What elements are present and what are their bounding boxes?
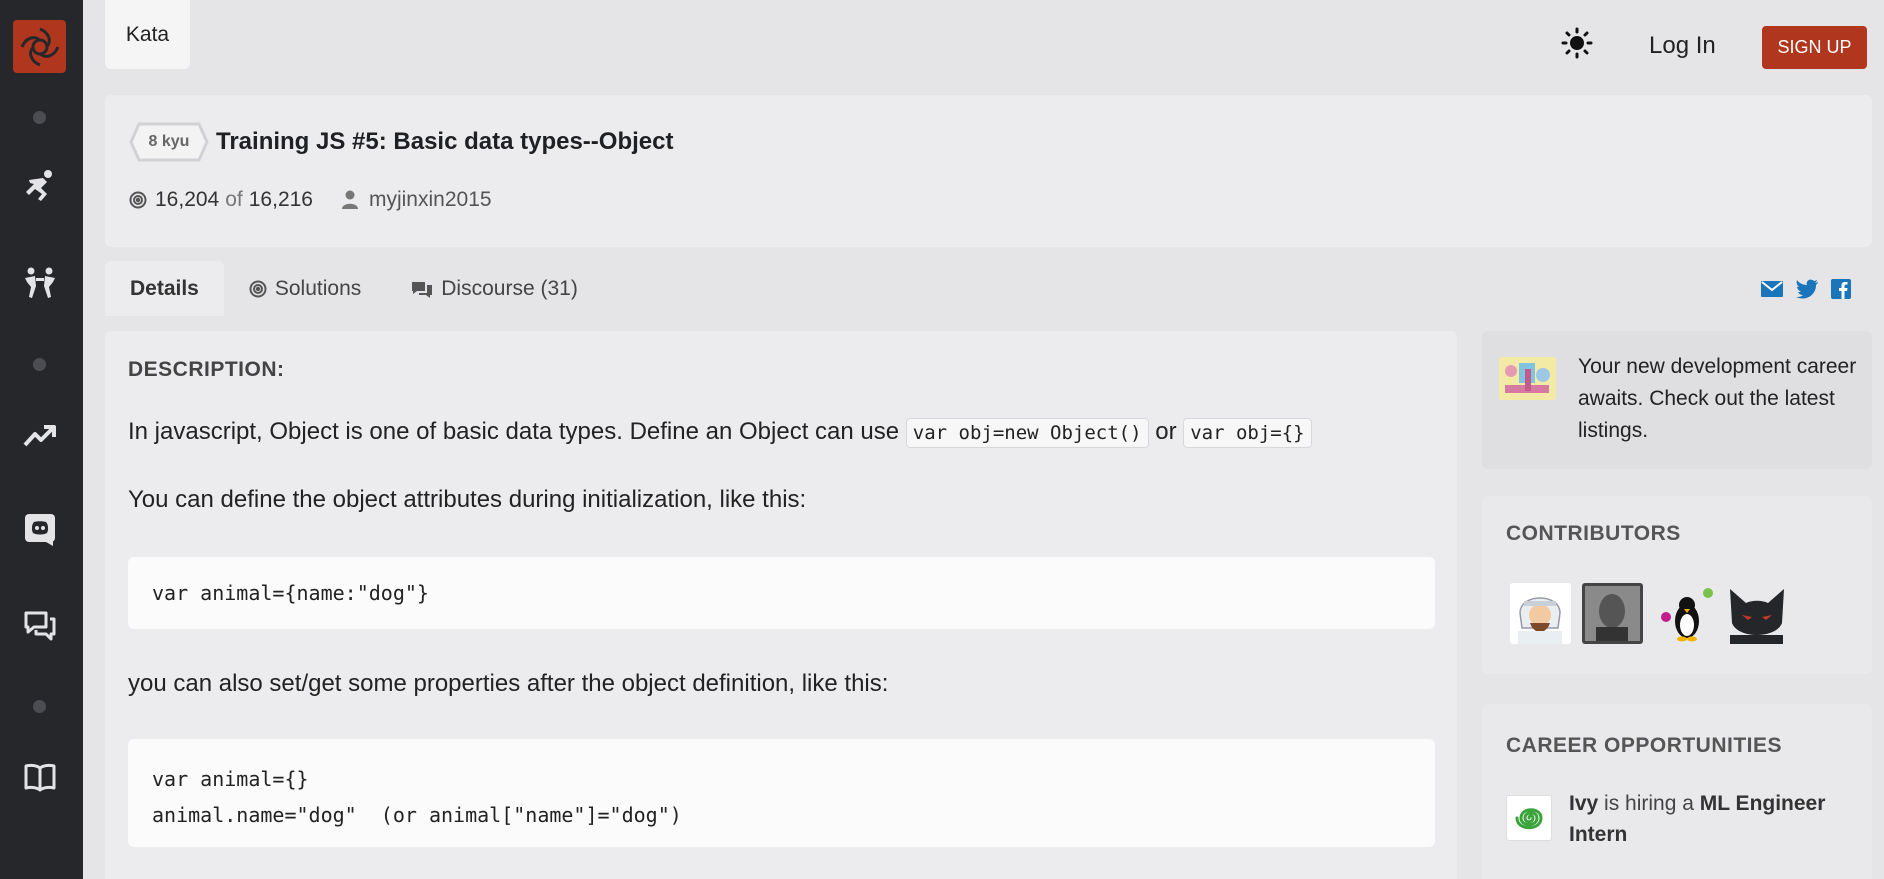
jobs-ad-card[interactable]: Your new development career awaits. Chec… <box>1482 331 1872 469</box>
forum-chat-icon[interactable] <box>20 606 60 646</box>
sidebar-separator-dot <box>33 358 46 371</box>
contributors-card: CONTRIBUTORS <box>1482 496 1872 674</box>
code-block: var animal={} animal.name="dog" (or anima… <box>128 739 1435 847</box>
share-email-icon[interactable] <box>1759 276 1785 302</box>
tab-label: Details <box>130 276 199 300</box>
rank-badge: 8 kyu <box>129 122 209 162</box>
inline-code: var obj=new Object() <box>905 418 1149 448</box>
job-connector: is hiring a <box>1604 792 1694 815</box>
login-link[interactable]: Log In <box>1649 32 1716 60</box>
compete-icon[interactable] <box>20 263 60 303</box>
description-paragraph-3: you can also set/get some properties aft… <box>128 670 889 697</box>
contributor-avatar[interactable] <box>1582 583 1643 644</box>
description-heading: DESCRIPTION: <box>128 358 285 381</box>
discord-icon[interactable] <box>20 509 60 549</box>
contributor-avatar[interactable] <box>1510 583 1571 644</box>
code-line: var animal={} <box>152 767 309 791</box>
sidebar-separator-dot <box>33 111 46 124</box>
discourse-chat-icon <box>411 280 433 298</box>
docs-book-icon[interactable] <box>20 757 60 797</box>
tab-label: Solutions <box>274 276 362 300</box>
completion-target-icon <box>129 191 147 209</box>
left-sidebar <box>0 0 83 879</box>
tab-discourse[interactable]: Discourse (31) <box>386 261 603 316</box>
code-line: var animal={name:"dog"} <box>152 581 429 605</box>
attempted-count: 16,216 <box>248 188 313 211</box>
job-company: Ivy <box>1569 792 1599 815</box>
share-twitter-icon[interactable] <box>1794 276 1820 302</box>
kata-nav-tab[interactable]: Kata <box>105 0 190 69</box>
tab-label: Discourse (31) <box>441 276 578 300</box>
completed-count: 16,204 <box>155 188 220 211</box>
kata-title: Training JS #5: Basic data types--Object <box>216 128 674 155</box>
description-paragraph-2: You can define the object attributes dur… <box>128 486 807 513</box>
codewars-logo[interactable] <box>13 20 66 73</box>
signup-button[interactable]: SIGN UP <box>1762 26 1867 69</box>
sidebar-separator-dot <box>33 700 46 713</box>
contributor-avatar[interactable] <box>1726 583 1787 644</box>
ad-text: Your new development career awaits. Chec… <box>1578 355 1857 442</box>
paragraph-text: or <box>1155 418 1177 445</box>
of-label: of <box>225 188 243 211</box>
paragraph-text: In javascript, Object is one of basic da… <box>128 418 900 445</box>
kata-stats: 16,204 of 16,216 myjinxin2015 <box>129 188 492 212</box>
author-link[interactable]: myjinxin2015 <box>369 188 492 212</box>
share-facebook-icon[interactable] <box>1828 276 1854 302</box>
contributor-avatar[interactable] <box>1654 583 1715 644</box>
kata-header: 8 kyu Training JS #5: Basic data types--… <box>105 95 1872 247</box>
leaderboard-trend-icon[interactable] <box>20 415 60 455</box>
code-block: var animal={name:"dog"} <box>128 557 1435 629</box>
career-opportunities-card: CAREER OPPORTUNITIES Ivy is hiring a ML … <box>1482 704 1872 879</box>
code-line: animal.name="dog" (or animal["name"]="do… <box>152 803 682 827</box>
kata-tabs: Details Solutions Discourse (31) <box>105 261 603 316</box>
description-paragraph-1: In javascript, Object is one of basic da… <box>128 418 1312 448</box>
theme-toggle-sun-icon[interactable] <box>1560 26 1594 60</box>
description-panel: DESCRIPTION: In javascript, Object is on… <box>105 331 1457 879</box>
solutions-target-icon <box>249 280 267 298</box>
tab-details[interactable]: Details <box>105 261 224 316</box>
contributors-heading: CONTRIBUTORS <box>1506 522 1681 545</box>
careers-heading: CAREER OPPORTUNITIES <box>1506 734 1783 757</box>
company-logo[interactable] <box>1506 795 1552 841</box>
inline-code: var obj={} <box>1183 418 1312 448</box>
author-user-icon <box>341 190 359 210</box>
practice-icon[interactable] <box>20 166 60 206</box>
rank-label: 8 kyu <box>148 133 190 150</box>
job-listing[interactable]: Ivy is hiring a ML Engineer Intern <box>1569 788 1849 850</box>
tab-solutions[interactable]: Solutions <box>224 261 386 316</box>
ad-illustration <box>1499 357 1556 400</box>
